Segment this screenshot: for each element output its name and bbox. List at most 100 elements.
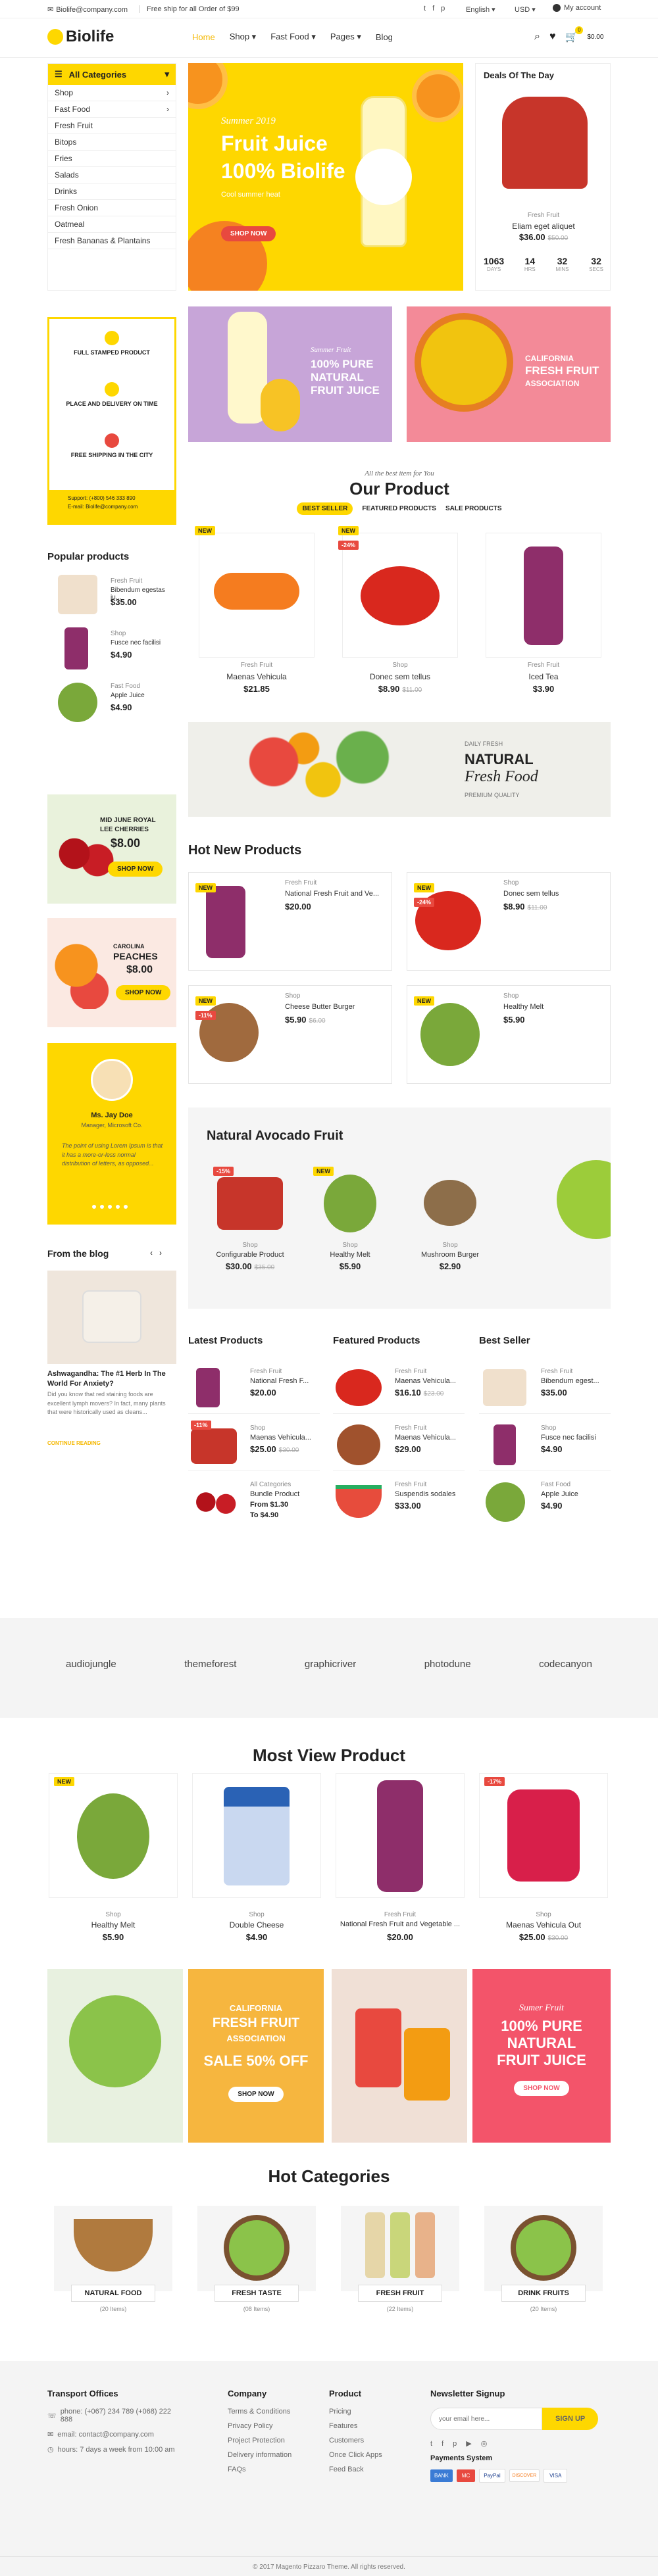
category-card[interactable]: FRESH FRUIT (22 Items)	[334, 2206, 466, 2318]
product-card[interactable]: -17% Shop Maenas Vehicula Out $25.00 $30.…	[478, 1773, 609, 1951]
category-item[interactable]: Fresh Bananas & Plantains	[48, 233, 176, 249]
list-item[interactable]: Fresh Fruit Maenas Vehicula... $16.10 $23…	[333, 1364, 465, 1414]
blog-post-title[interactable]: Ashwagandha: The #1 Herb In The World Fo…	[47, 1369, 172, 1390]
carousel-dots[interactable]	[92, 1205, 128, 1209]
continue-reading-link[interactable]: CONTINUE READING	[47, 1440, 101, 1446]
category-item[interactable]: Fast Food ›	[48, 101, 176, 118]
twitter-icon[interactable]: t	[424, 5, 426, 12]
footer-link[interactable]: Privacy Policy	[228, 2422, 320, 2430]
prev-arrow-icon[interactable]: ‹	[150, 1248, 153, 1257]
list-item[interactable]: Fresh Fruit Bibendum egest... $35.00	[479, 1364, 611, 1414]
category-item[interactable]: Oatmeal	[48, 216, 176, 233]
category-item[interactable]: Bitops	[48, 134, 176, 151]
category-card[interactable]: FRESH TASTE (08 Items)	[191, 2206, 322, 2318]
list-item[interactable]: All Categories Bundle Product From $1.30…	[188, 1477, 320, 1527]
my-account-link[interactable]: My account	[553, 4, 601, 12]
category-item[interactable]: Salads	[48, 167, 176, 183]
next-arrow-icon[interactable]: ›	[159, 1248, 162, 1257]
list-item[interactable]: Shop Fusce nec facilisi $4.90	[479, 1421, 611, 1470]
brand-logo[interactable]: audiojungle	[66, 1659, 116, 1670]
product-card[interactable]: Fresh Fruit National Fresh Fruit and Veg…	[334, 1773, 466, 1951]
pinterest-icon[interactable]: p	[441, 5, 445, 12]
heart-icon[interactable]: ♥	[549, 31, 556, 43]
category-item[interactable]: Fresh Onion	[48, 200, 176, 216]
hot-new-card[interactable]: NEW Fresh Fruit National Fresh Fruit and…	[188, 872, 392, 971]
list-item[interactable]: Fresh Fruit National Fresh F... $20.00	[188, 1364, 320, 1414]
brand-logo[interactable]: codecanyon	[539, 1659, 592, 1670]
product-card[interactable]: NEW Shop Healthy Melt $5.90	[47, 1773, 179, 1951]
footer-link[interactable]: FAQs	[228, 2466, 320, 2473]
popular-item[interactable]: Shop Fusce nec facilisi $4.90	[47, 627, 176, 673]
pure-juice-promo[interactable]: Sumer Fruit 100% PURE NATURAL FRUIT JUIC…	[472, 1969, 611, 2143]
brand-logo[interactable]: themeforest	[184, 1659, 236, 1670]
cart-icon[interactable]: 🛒 0	[565, 26, 584, 43]
category-item[interactable]: Drinks	[48, 183, 176, 200]
footer-link[interactable]: Delivery information	[228, 2451, 320, 2459]
brand-logo[interactable]: photodune	[424, 1659, 471, 1670]
list-item[interactable]: Fast Food Apple Juice $4.90	[479, 1477, 611, 1527]
topbar-email[interactable]: ✉ Biolife@company.com	[47, 5, 128, 14]
instagram-icon[interactable]: ◎	[481, 2439, 488, 2448]
deal-product-image[interactable]	[502, 97, 588, 189]
product-card[interactable]: NEW -24% Shop Donec sem tellus $8.90 $11.…	[336, 526, 465, 704]
newsletter-email-input[interactable]	[430, 2408, 542, 2430]
nav-home[interactable]: Home	[192, 32, 215, 42]
product-name[interactable]: Maenas Vehicula	[192, 672, 321, 681]
youtube-icon[interactable]: ▶	[466, 2439, 471, 2448]
search-icon[interactable]: ⌕	[534, 31, 540, 43]
footer-link[interactable]: Once Click Apps	[329, 2451, 421, 2459]
nav-fast-food[interactable]: Fast Food ▾	[270, 32, 316, 42]
pinterest-icon[interactable]: p	[453, 2440, 457, 2448]
category-item[interactable]: Fresh Fruit	[48, 118, 176, 134]
popular-item[interactable]: Fresh Fruit Bibendum egestas ju... $35.0…	[47, 575, 176, 621]
list-item[interactable]: Fresh Fruit Suspendis sodales $33.00	[333, 1477, 465, 1527]
popular-item[interactable]: Fast Food Apple Juice $4.90	[47, 680, 176, 726]
hero-shop-now-button[interactable]: SHOP NOW	[221, 226, 276, 241]
shop-now-button[interactable]: SHOP NOW	[116, 985, 171, 1000]
hello-fresh-image[interactable]	[47, 1969, 183, 2143]
tab-best-seller[interactable]: BEST SELLER	[297, 502, 353, 515]
category-item[interactable]: Shop ›	[48, 85, 176, 101]
hot-new-card[interactable]: NEW -11% Shop Cheese Butter Burger $5.90…	[188, 985, 392, 1084]
product-card[interactable]: NEW Shop Healthy Melt $5.90	[304, 1164, 396, 1296]
category-card[interactable]: DRINK FRUITS (20 Items)	[478, 2206, 609, 2318]
blog-image[interactable]	[47, 1271, 176, 1364]
shop-now-button[interactable]: SHOP NOW	[228, 2087, 284, 2102]
juice-banner[interactable]: Summer Fruit 100% PURE NATURAL FRUIT JUI…	[188, 306, 392, 442]
footer-link[interactable]: Features	[329, 2422, 421, 2430]
category-item[interactable]: Fries	[48, 151, 176, 167]
tab-featured[interactable]: FEATURED PRODUCTS	[362, 505, 436, 512]
all-categories-button[interactable]: ☰ All Categories ▾	[48, 64, 176, 85]
footer-link[interactable]: Terms & Conditions	[228, 2408, 320, 2416]
nav-pages[interactable]: Pages ▾	[330, 32, 361, 42]
product-card[interactable]: Shop Mushroom Burger $2.90	[404, 1164, 496, 1296]
footer-link[interactable]: Feed Back	[329, 2466, 421, 2473]
product-card[interactable]: -15% Shop Configurable Product $30.00 $35…	[204, 1164, 296, 1296]
hot-new-card[interactable]: NEW -24% Shop Donec sem tellus $8.90 $11.…	[407, 872, 611, 971]
tab-sale[interactable]: SALE PRODUCTS	[445, 505, 502, 512]
product-card[interactable]: Fresh Fruit Iced Tea $3.90	[479, 526, 608, 704]
natural-food-banner[interactable]: DAILY FRESH NATURAL Fresh Food PREMIUM Q…	[188, 722, 611, 817]
product-name[interactable]: Donec sem tellus	[336, 672, 465, 681]
juice-glasses-image[interactable]	[332, 1969, 467, 2143]
category-card[interactable]: NATURAL FOOD (20 Items)	[47, 2206, 179, 2318]
nav-shop[interactable]: Shop ▾	[230, 32, 257, 42]
hot-new-card[interactable]: NEW Shop Healthy Melt $5.90	[407, 985, 611, 1084]
twitter-icon[interactable]: t	[430, 2440, 432, 2448]
currency-select[interactable]: USD ▾	[515, 5, 536, 14]
california-banner[interactable]: CALIFORNIA FRESH FRUIT ASSOCIATION	[407, 306, 611, 442]
facebook-icon[interactable]: f	[442, 2440, 443, 2448]
language-select[interactable]: English ▾	[466, 5, 495, 14]
peaches-banner[interactable]: CAROLINA PEACHES $8.00 SHOP NOW	[47, 918, 176, 1027]
list-item[interactable]: -11% Shop Maenas Vehicula... $25.00 $30.0…	[188, 1421, 320, 1470]
list-item[interactable]: Fresh Fruit Maenas Vehicula... $29.00	[333, 1421, 465, 1470]
footer-link[interactable]: Customers	[329, 2437, 421, 2444]
facebook-icon[interactable]: f	[432, 5, 434, 12]
california-promo[interactable]: CALIFORNIA FRESH FRUIT ASSOCIATION SALE …	[188, 1969, 324, 2143]
product-card[interactable]: Shop Double Cheese $4.90	[191, 1773, 322, 1951]
logo[interactable]: Biolife	[47, 28, 114, 46]
shop-now-button[interactable]: SHOP NOW	[514, 2081, 569, 2096]
product-name[interactable]: Iced Tea	[479, 672, 608, 681]
footer-link[interactable]: Pricing	[329, 2408, 421, 2416]
cherries-banner[interactable]: MID JUNE ROYAL LEE CHERRIES $8.00 SHOP N…	[47, 794, 176, 904]
